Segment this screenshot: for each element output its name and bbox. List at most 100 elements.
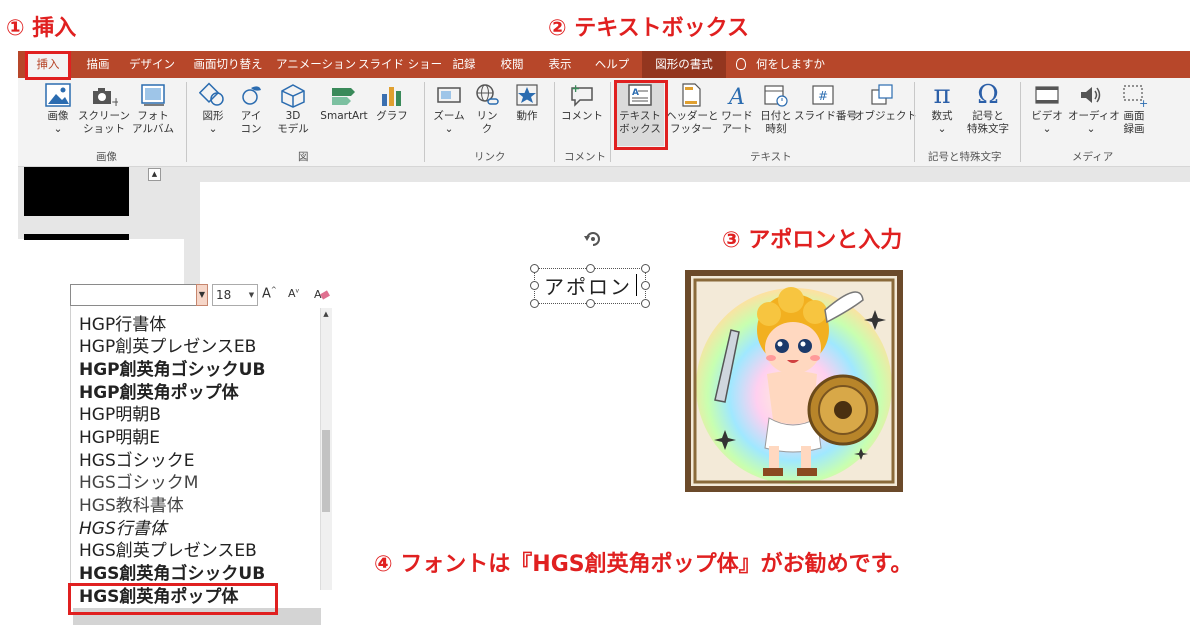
resize-handle[interactable]: [530, 281, 539, 290]
font-name-input[interactable]: [70, 284, 208, 306]
resize-handle[interactable]: [530, 299, 539, 308]
action-button[interactable]: 動作: [508, 80, 546, 146]
zoom-icon: [437, 87, 461, 103]
resize-handle[interactable]: [641, 299, 650, 308]
svg-text:+: +: [1139, 97, 1148, 108]
resize-handle[interactable]: [530, 264, 539, 273]
increase-font-label: A: [262, 286, 271, 302]
slide-number-icon: #: [812, 85, 834, 105]
font-list-item[interactable]: HGP創英角ゴシックUB: [79, 359, 265, 381]
slide-thumbnail[interactable]: [24, 167, 129, 216]
tab-shape-format[interactable]: 図形の書式: [642, 51, 726, 78]
text-caret: [636, 274, 637, 296]
clear-formatting-icon[interactable]: A: [314, 286, 330, 302]
object-button[interactable]: オブジェクト: [854, 80, 917, 146]
tab-review[interactable]: 校閲: [494, 51, 530, 78]
scroll-up-arrow-icon[interactable]: ▲: [321, 310, 331, 322]
font-list-item[interactable]: HGS創英角ゴシックUB: [79, 563, 265, 585]
increase-font-size-button[interactable]: A^: [262, 286, 277, 301]
resize-handle[interactable]: [586, 299, 595, 308]
images-label: 画像: [47, 110, 69, 122]
3d-models-button[interactable]: 3D モデル: [270, 80, 316, 146]
resize-handle[interactable]: [641, 264, 650, 273]
audio-button[interactable]: オーディオ ⌄: [1068, 80, 1120, 146]
highlight-insert-tab: [25, 51, 71, 80]
equation-button[interactable]: π 数式 ⌄: [922, 80, 962, 146]
photo-album-icon: [141, 84, 165, 106]
font-list-item[interactable]: HGSゴシックM: [79, 472, 198, 494]
tab-animations[interactable]: アニメーション: [276, 51, 356, 78]
tab-slideshow[interactable]: スライド ショー: [358, 51, 442, 78]
scrollbar-thumb[interactable]: [322, 430, 330, 512]
pi-icon: π: [933, 80, 951, 110]
font-list-item[interactable]: HGP創英プレゼンスEB: [79, 336, 256, 358]
tab-record[interactable]: 記録: [446, 51, 482, 78]
slide-number-button[interactable]: # スライド番号: [794, 80, 857, 146]
font-size-input[interactable]: 18 ▼: [212, 284, 258, 306]
font-list: HGP行書体 HGP創英プレゼンスEB HGP創英角ゴシックUB HGP創英角ポ…: [70, 306, 332, 625]
resize-handle[interactable]: [641, 281, 650, 290]
textbox-text[interactable]: アポロン: [544, 271, 632, 300]
3d-models-label-1: 3D: [285, 110, 301, 122]
shapes-icon: [199, 82, 224, 106]
smartart-button[interactable]: SmartArt: [316, 80, 372, 146]
font-list-item[interactable]: HGSゴシックE: [79, 450, 195, 472]
font-dropdown-arrow[interactable]: ▼: [196, 284, 208, 306]
comment-label: コメント: [561, 110, 603, 122]
date-time-label-1: 日付と: [760, 110, 792, 122]
annotation-step3: ③ アポロンと入力: [722, 228, 903, 253]
font-list-item[interactable]: HGP行書体: [79, 314, 166, 336]
tab-transitions[interactable]: 画面切り替え: [190, 51, 266, 78]
images-button[interactable]: 画像 ⌄: [38, 80, 78, 146]
rotate-handle-icon[interactable]: [582, 228, 604, 250]
chevron-down-icon: ⌄: [53, 123, 63, 135]
decrease-font-size-button[interactable]: Av: [288, 287, 299, 300]
picture-icon: [45, 83, 71, 107]
photo-album-button[interactable]: フォト アルバム: [124, 80, 182, 146]
video-button[interactable]: ビデオ ⌄: [1026, 80, 1068, 146]
tab-view[interactable]: 表示: [542, 51, 578, 78]
divider: [554, 82, 555, 162]
wordart-button[interactable]: A ワード アート: [716, 80, 758, 146]
date-time-label-2: 時刻: [765, 123, 787, 135]
font-dropdown-panel: ▼ 18 ▼ A^ Av A HGP行書体 HGP創英プレゼンスEB HGP創英…: [70, 284, 332, 625]
comment-icon: +: [571, 82, 593, 107]
link-button[interactable]: リン ク: [470, 80, 504, 146]
divider: [186, 82, 187, 162]
font-list-item[interactable]: HGS行書体: [79, 518, 167, 540]
zoom-button[interactable]: ズーム ⌄: [430, 80, 468, 146]
group-links-label: リンク: [474, 151, 506, 163]
apollo-cherub-image[interactable]: [685, 270, 903, 492]
resize-handle[interactable]: [586, 264, 595, 273]
chart-button[interactable]: グラフ: [372, 80, 412, 146]
symbol-button[interactable]: Ω 記号と 特殊文字: [962, 80, 1014, 146]
font-list-item[interactable]: HGP明朝B: [79, 404, 161, 426]
font-list-item[interactable]: HGP明朝E: [79, 427, 160, 449]
comment-button[interactable]: + コメント: [560, 80, 604, 146]
scroll-up-button[interactable]: ▲: [148, 168, 161, 181]
icons-label-2: コン: [240, 123, 262, 135]
screen-recording-icon: +: [1123, 85, 1148, 108]
header-footer-icon: [682, 83, 701, 107]
smartart-icon: [332, 88, 355, 105]
tab-design[interactable]: デザイン: [128, 51, 176, 78]
tell-me-box[interactable]: 何をしますか: [736, 51, 825, 78]
font-list-item[interactable]: HGS教科書体: [79, 495, 184, 517]
icons-button[interactable]: アイ コン: [232, 80, 270, 146]
screen-recording-button[interactable]: + 画面 録画: [1114, 80, 1154, 146]
audio-label: オーディオ: [1068, 110, 1120, 122]
highlight-textbox-button: [614, 80, 668, 150]
shapes-button[interactable]: 図形 ⌄: [194, 80, 232, 146]
slide-number-label: スライド番号: [794, 110, 857, 122]
date-time-button[interactable]: 日付と 時刻: [758, 80, 794, 146]
screenshot-button[interactable]: + スクリーン ショット: [78, 80, 130, 146]
screen-recording-label-1: 画面: [1123, 110, 1145, 122]
tab-draw[interactable]: 描画: [80, 51, 116, 78]
tab-help[interactable]: ヘルプ: [590, 51, 634, 78]
slide-thumbnail[interactable]: [24, 234, 129, 240]
chevron-down-icon[interactable]: ▼: [246, 285, 257, 305]
header-footer-button[interactable]: ヘッダーと フッター: [666, 80, 719, 146]
font-list-item[interactable]: HGS創英プレゼンスEB: [79, 540, 257, 562]
calendar-icon: [764, 85, 788, 107]
font-list-item[interactable]: HGP創英角ポップ体: [79, 382, 239, 404]
